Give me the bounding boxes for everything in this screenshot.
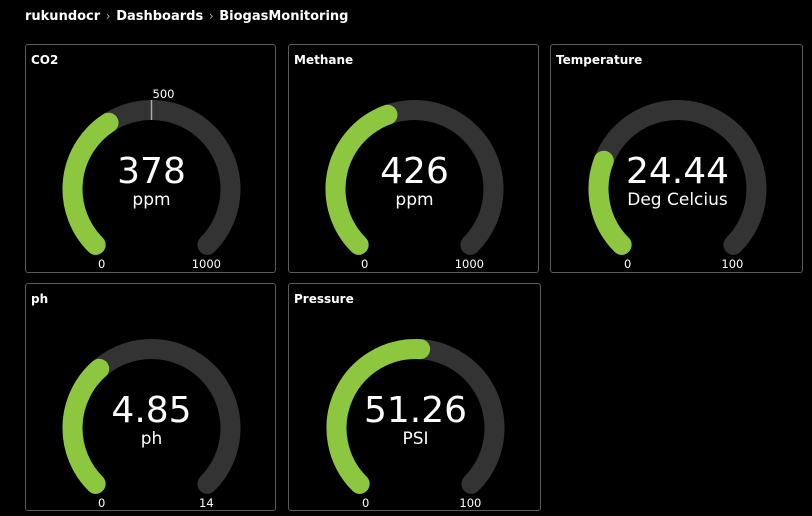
breadcrumb-item-current-dashboard[interactable]: BiogasMonitoring [219, 9, 348, 24]
gauge-min-label: 0 [98, 257, 105, 271]
gauge-min-label: 0 [361, 257, 368, 271]
gauge-max-label: 1000 [192, 257, 221, 271]
gauge-value: 378 [117, 151, 186, 192]
gauge-min-label: 0 [362, 496, 369, 510]
gauge-tile-temperature[interactable]: Temperature 24.44 Deg Celcius 0 100 [550, 44, 803, 273]
gauge-ph: 4.85 ph 0 14 [62, 339, 241, 510]
gauge-pressure: 51.26 PSI 0 100 [326, 339, 505, 510]
gauge-value: 4.85 [111, 390, 191, 431]
gauge-tile-pressure[interactable]: Pressure 51.26 PSI 0 100 [288, 283, 541, 511]
gauge-fill [62, 358, 110, 494]
gauge-min-label: 0 [98, 496, 105, 510]
gauge-unit: Deg Celcius [627, 190, 728, 210]
gauge-fill [62, 112, 119, 255]
gauge-fill [588, 150, 632, 255]
breadcrumb: rukundocr › Dashboards › BiogasMonitorin… [25, 6, 348, 26]
gauge-max-label: 1000 [455, 257, 484, 271]
gauge-tile-ph[interactable]: ph 4.85 ph 0 14 [25, 283, 276, 511]
gauge-temperature: 24.44 Deg Celcius 0 100 [588, 100, 767, 271]
gauge-unit: ph [141, 429, 163, 449]
gauge-unit: ppm [395, 190, 433, 210]
chevron-right-icon: › [105, 9, 111, 23]
gauge-co2: 500 378 ppm 0 1000 [62, 87, 241, 271]
breadcrumb-item-account[interactable]: rukundocr [25, 9, 100, 24]
breadcrumb-item-dashboards[interactable]: Dashboards [116, 9, 203, 24]
gauge-max-label: 100 [459, 496, 481, 510]
gauge-max-label: 100 [721, 257, 743, 271]
gauge-value: 51.26 [364, 390, 467, 431]
gauge-marker-label: 500 [153, 87, 175, 101]
gauge-value: 24.44 [626, 151, 729, 192]
gauge-methane: 426 ppm 0 1000 [325, 100, 504, 271]
gauge-tile-co2[interactable]: CO2 500 378 ppm 0 1000 [25, 44, 276, 273]
chevron-right-icon: › [208, 9, 214, 23]
gauge-tile-methane[interactable]: Methane 426 ppm 0 1000 [288, 44, 539, 273]
gauge-value: 426 [380, 151, 449, 192]
gauge-unit: ppm [132, 190, 170, 210]
gauge-unit: PSI [402, 429, 428, 449]
gauge-max-label: 14 [199, 496, 214, 510]
gauge-min-label: 0 [624, 257, 631, 271]
